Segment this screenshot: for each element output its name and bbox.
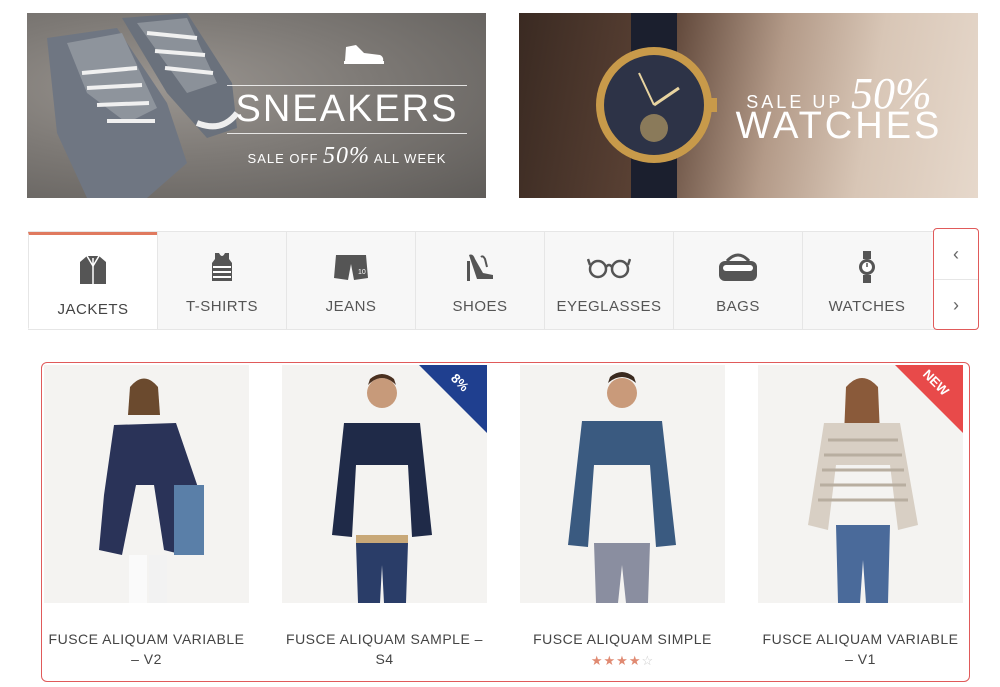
watch-icon	[858, 250, 876, 284]
tab-label: EYEGLASSES	[556, 298, 662, 315]
svg-text:10: 10	[358, 269, 366, 276]
sneakers-title: SNEAKERS	[227, 85, 467, 134]
tab-jackets[interactable]: JACKETS	[28, 232, 157, 329]
glasses-icon	[587, 250, 631, 284]
star-empty-icon: ☆	[641, 653, 655, 668]
tab-label: T-SHIRTS	[185, 298, 259, 315]
tab-shoes[interactable]: SHOES	[415, 232, 544, 329]
tab-label: WATCHES	[828, 298, 906, 315]
product-card[interactable]: 8% FUSCE ALIQUAM SAMPLE – S4	[282, 365, 487, 681]
tab-label: SHOES	[452, 298, 508, 315]
product-image[interactable]: NEW	[758, 365, 963, 603]
sneakers-banner[interactable]: SNEAKERS SALE OFF 50% ALL WEEK	[27, 13, 486, 198]
star-filled-icon: ★	[603, 653, 617, 668]
tank-top-icon	[210, 250, 234, 284]
star-filled-icon: ★	[590, 653, 604, 668]
all-week-text: ALL WEEK	[373, 151, 447, 166]
product-image[interactable]	[44, 365, 249, 603]
tab-label: JACKETS	[57, 301, 129, 318]
category-tabs: JACKETS T-SHIRTS 10 JEANS SHOES EYEGLASS…	[28, 231, 935, 330]
product-image[interactable]: 8%	[282, 365, 487, 603]
product-name[interactable]: FUSCE ALIQUAM SIMPLE	[520, 629, 725, 649]
tab-bags[interactable]: BAGS	[673, 232, 802, 329]
tab-eyeglasses[interactable]: EYEGLASSES	[544, 232, 673, 329]
prev-arrow-button[interactable]: ‹	[934, 229, 978, 279]
product-card[interactable]: FUSCE ALIQUAM SIMPLE ★★★★☆	[520, 365, 725, 681]
product-card[interactable]: NEW FUSCE ALIQUAM VARIABLE – V1	[758, 365, 963, 681]
tab-label: BAGS	[716, 298, 760, 315]
sneaker-photo	[47, 13, 240, 198]
watches-title: WATCHES	[735, 105, 943, 147]
sale-off-text: SALE OFF	[247, 151, 319, 166]
sneaker-icon	[344, 45, 384, 64]
sneakers-subtitle: SALE OFF 50% ALL WEEK	[227, 143, 467, 170]
shorts-icon: 10	[333, 250, 369, 284]
product-name[interactable]: FUSCE ALIQUAM VARIABLE – V2	[44, 629, 249, 669]
watches-banner[interactable]: SALE UP 50% WATCHES	[519, 13, 978, 198]
product-grid: FUSCE ALIQUAM VARIABLE – V2 8% FUSCE ALI…	[41, 362, 970, 682]
tab-t-shirts[interactable]: T-SHIRTS	[157, 232, 286, 329]
tab-nav: ‹ ›	[933, 228, 979, 330]
bag-icon	[717, 250, 759, 284]
rating-stars: ★★★★☆	[520, 653, 725, 669]
heels-icon	[463, 250, 497, 284]
tab-jeans[interactable]: 10 JEANS	[286, 232, 415, 329]
sale-percent: 50%	[323, 143, 371, 169]
tab-watches[interactable]: WATCHES	[802, 232, 931, 329]
star-filled-icon: ★	[628, 653, 642, 668]
product-name[interactable]: FUSCE ALIQUAM VARIABLE – V1	[758, 629, 963, 669]
next-arrow-button[interactable]: ›	[934, 279, 978, 330]
product-image[interactable]	[520, 365, 725, 603]
jacket-icon	[78, 253, 108, 287]
tab-label: JEANS	[325, 298, 377, 315]
product-card[interactable]: FUSCE ALIQUAM VARIABLE – V2	[44, 365, 249, 681]
product-name[interactable]: FUSCE ALIQUAM SAMPLE – S4	[282, 629, 487, 669]
star-filled-icon: ★	[616, 653, 629, 668]
